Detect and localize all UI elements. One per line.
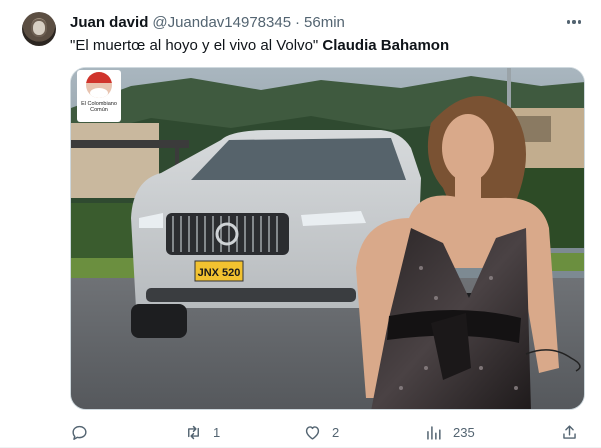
retweet-count: 1 [213,424,221,440]
tweet-header: Juan david @Juandav14978345 · 56min [70,12,345,32]
share-icon [563,424,576,439]
display-name[interactable]: Juan david [70,14,148,31]
tweet[interactable]: Juan david @Juandav14978345 · 56min "El … [0,0,601,448]
avatar[interactable] [22,12,56,46]
tweet-text: "El muertœ al hoyo y el vivo al Volvo" C… [70,36,449,56]
like-button[interactable]: 2 [303,420,339,444]
views-icon [427,425,441,440]
retweet-button[interactable]: 1 [184,420,220,444]
action-bar: 1 2 235 [70,420,585,444]
plate-overlay: JNX 520 [198,267,241,279]
retweet-icon [188,425,199,439]
timestamp[interactable]: 56min [304,14,345,31]
reply-icon [72,425,87,440]
tweet-media-image[interactable]: El Colombiano Común JNX 520 [70,67,585,410]
separator-dot: · [295,13,301,31]
tweet-text-quote: "El muertœ al hoyo y el vivo al Volvo" [70,37,319,54]
more-icon[interactable] [562,12,586,32]
views-button[interactable]: 235 [424,420,475,444]
user-handle[interactable]: @Juandav14978345 [152,14,291,31]
like-icon [305,425,320,440]
like-count: 2 [332,424,340,440]
share-button[interactable] [560,420,579,444]
views-count: 235 [453,424,475,440]
tweet-text-mention: Claudia Bahamon [322,37,450,54]
license-plate: JNX 520 [198,267,241,279]
reply-button[interactable] [70,420,99,444]
